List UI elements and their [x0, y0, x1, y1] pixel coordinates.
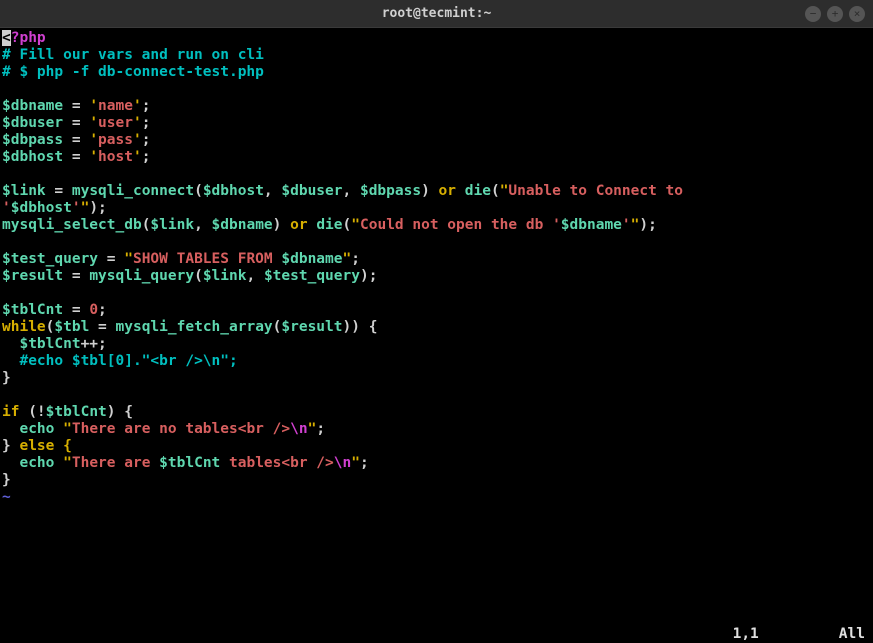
editor-area[interactable]: <?php # Fill our vars and run on cli # $… [0, 28, 873, 643]
code-line: $link = mysqli_connect($dbhost, $dbuser,… [2, 183, 871, 200]
code-line: <?php [2, 30, 871, 47]
code-line: } else { [2, 438, 871, 455]
code-line [2, 387, 871, 404]
code-line: $tblCnt++; [2, 336, 871, 353]
code-line: $dbpass = 'pass'; [2, 132, 871, 149]
code-line: if (!$tblCnt) { [2, 404, 871, 421]
code-line: #echo $tbl[0]."<br />\n"; [2, 353, 871, 370]
cursor-position: 1,1 [733, 626, 759, 643]
code-line: $test_query = "SHOW TABLES FROM $dbname"… [2, 251, 871, 268]
code-line [2, 285, 871, 302]
vim-statusbar: 1,1 All [733, 626, 865, 643]
code-line: $dbname = 'name'; [2, 98, 871, 115]
code-line: } [2, 370, 871, 387]
code-line: echo "There are $tblCnt tables<br />\n"; [2, 455, 871, 472]
scroll-percentage: All [839, 626, 865, 643]
code-line [2, 166, 871, 183]
close-icon[interactable]: × [849, 6, 865, 22]
code-line: # $ php -f db-connect-test.php [2, 64, 871, 81]
code-line [2, 234, 871, 251]
code-line: '$dbhost'"); [2, 200, 871, 217]
minimize-icon[interactable]: − [805, 6, 821, 22]
window-controls: − + × [805, 6, 865, 22]
code-line: $dbuser = 'user'; [2, 115, 871, 132]
code-line: $dbhost = 'host'; [2, 149, 871, 166]
code-line: } [2, 472, 871, 489]
maximize-icon[interactable]: + [827, 6, 843, 22]
code-line: $tblCnt = 0; [2, 302, 871, 319]
code-line: mysqli_select_db($link, $dbname) or die(… [2, 217, 871, 234]
code-line [2, 506, 871, 523]
code-line: echo "There are no tables<br />\n"; [2, 421, 871, 438]
window-title: root@tecmint:~ [382, 6, 492, 21]
empty-line-tilde: ~ [2, 489, 871, 506]
code-line [2, 81, 871, 98]
code-line: while($tbl = mysqli_fetch_array($result)… [2, 319, 871, 336]
cursor: < [2, 30, 11, 46]
code-line: $result = mysqli_query($link, $test_quer… [2, 268, 871, 285]
code-line: # Fill our vars and run on cli [2, 47, 871, 64]
titlebar: root@tecmint:~ − + × [0, 0, 873, 28]
